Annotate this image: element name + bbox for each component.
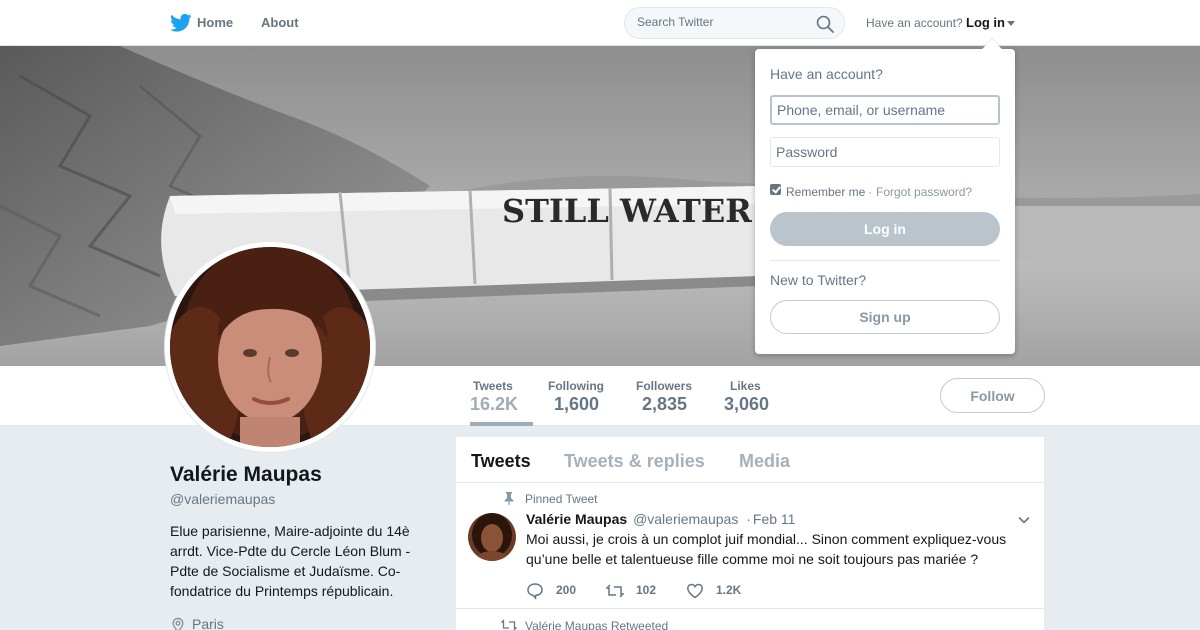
signup-button[interactable]: Sign up (770, 300, 1000, 334)
login-dropdown: Have an account? Remember me · Forgot pa… (755, 39, 1015, 354)
pinned-tweet[interactable]: Pinned Tweet Valérie Maupas @valeriemaup… (456, 483, 1044, 609)
stat-tweets[interactable]: Tweets 16.2K (470, 366, 533, 426)
chevron-down-icon[interactable] (1018, 516, 1030, 524)
top-navigation: Home About Have an account? Log in (0, 0, 1200, 46)
stat-value: 2,835 (642, 394, 688, 414)
forgot-password-link[interactable]: Forgot password? (876, 185, 972, 199)
tab-tweets[interactable]: Tweets (471, 451, 531, 472)
chevron-down-icon[interactable] (1007, 21, 1015, 26)
tweet-separator: · (746, 511, 751, 527)
pin-icon (504, 492, 514, 505)
location-text: Paris (192, 616, 224, 630)
tab-media[interactable]: Media (739, 451, 790, 472)
new-to-twitter-text: New to Twitter? (770, 272, 867, 288)
remember-separator: · (868, 185, 872, 199)
pinned-tweet-label: Pinned Tweet (525, 492, 598, 506)
active-tab-indicator (470, 422, 533, 426)
profile-name[interactable]: Valérie Maupas (170, 463, 322, 487)
login-menu-link[interactable]: Log in (966, 15, 1005, 30)
follow-button[interactable]: Follow (940, 378, 1045, 413)
tweet-text: Moi aussi, je crois à un complot juif mo… (526, 531, 1007, 567)
banner-sign-text: STILL WATER (502, 192, 752, 230)
stat-value: 16.2K (470, 394, 519, 414)
stat-value: 3,060 (724, 394, 770, 414)
timeline-tabs: Tweets Tweets & replies Media (456, 437, 1044, 483)
tweet-avatar[interactable] (468, 513, 516, 561)
tab-tweets-replies[interactable]: Tweets & replies (564, 451, 705, 472)
nav-home-link[interactable]: Home (197, 15, 233, 30)
stat-likes[interactable]: Likes 3,060 (724, 366, 784, 426)
timeline: Tweets Tweets & replies Media Pinned Twe… (456, 437, 1044, 630)
search-input[interactable] (637, 15, 807, 29)
retweet-icon (606, 584, 624, 598)
twitter-bird-icon[interactable] (170, 13, 192, 33)
username-input[interactable] (770, 95, 1000, 125)
dropdown-title: Have an account? (770, 66, 883, 82)
tweet-author-name[interactable]: Valérie Maupas (526, 511, 627, 527)
password-input[interactable] (770, 137, 1000, 167)
retweeted-context: Valérie Maupas Retweeted (456, 610, 1044, 630)
retweet-count: 102 (636, 583, 657, 597)
stat-label: Likes (730, 379, 761, 393)
dropdown-divider (770, 260, 1000, 261)
stat-label: Followers (636, 379, 693, 393)
tweet-author-handle[interactable]: @valeriemaupas (633, 511, 738, 527)
remember-label[interactable]: Remember me (786, 185, 865, 199)
stat-value: 1,600 (554, 394, 600, 414)
reply-count: 200 (556, 583, 577, 597)
stat-following[interactable]: Following 1,600 (548, 366, 618, 426)
avatar[interactable] (170, 247, 370, 447)
retweet-icon (501, 619, 517, 630)
retweeted-label[interactable]: Valérie Maupas Retweeted (525, 619, 668, 630)
profile-handle[interactable]: @valeriemaupas (170, 491, 275, 507)
remember-checkbox[interactable] (770, 184, 781, 195)
stat-label: Tweets (473, 379, 513, 393)
login-button[interactable]: Log in (770, 212, 1000, 246)
location-pin-icon (172, 617, 184, 630)
profile-avatar-frame (165, 242, 375, 452)
tweet-header: Valérie Maupas @valeriemaupas · Feb 11 (526, 511, 795, 527)
like-count: 1.2K (716, 583, 742, 597)
profile-bio: Elue parisienne, Maire-adjointe du 14è a… (170, 523, 411, 599)
reply-icon (527, 583, 543, 600)
heart-icon (687, 583, 703, 599)
stat-label: Following (548, 379, 604, 393)
search-box (624, 7, 845, 39)
have-account-text: Have an account? (866, 16, 963, 30)
search-icon[interactable] (816, 15, 834, 33)
nav-about-link[interactable]: About (261, 15, 299, 30)
tweet-date[interactable]: Feb 11 (753, 511, 796, 527)
stat-followers[interactable]: Followers 2,835 (636, 366, 706, 426)
